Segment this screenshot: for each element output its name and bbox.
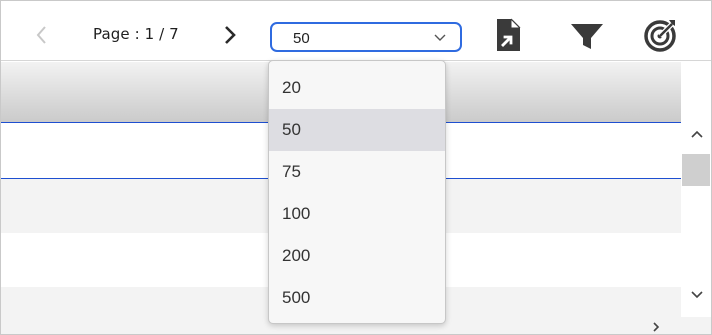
previous-page-button[interactable]	[31, 22, 53, 48]
page-size-value: 50	[293, 30, 310, 47]
page-size-option-selected[interactable]: 50	[269, 109, 445, 151]
target-icon	[644, 20, 676, 52]
scroll-up-icon[interactable]	[690, 129, 704, 139]
page-size-option[interactable]: 500	[269, 277, 445, 319]
filter-button[interactable]	[567, 15, 607, 55]
chevron-left-icon	[36, 26, 46, 44]
vertical-scrollbar[interactable]	[681, 122, 711, 317]
page-size-select[interactable]: 50	[270, 22, 462, 52]
next-page-button[interactable]	[219, 22, 241, 48]
scroll-down-icon[interactable]	[690, 290, 704, 300]
export-document-icon	[497, 18, 521, 51]
export-button[interactable]	[489, 15, 529, 55]
page-indicator: Page : 1 / 7	[93, 25, 179, 43]
page-size-option[interactable]: 20	[269, 67, 445, 109]
toolbar: Page : 1 / 7 50	[1, 1, 711, 61]
page-size-option[interactable]: 75	[269, 151, 445, 193]
page-size-option[interactable]: 100	[269, 193, 445, 235]
chevron-down-icon	[434, 34, 446, 41]
page-size-option[interactable]: 200	[269, 235, 445, 277]
chevron-right-icon	[225, 26, 236, 44]
filter-icon	[571, 24, 603, 49]
grid-window: Page : 1 / 7 50 20 50 75 100 200 500	[0, 0, 712, 335]
target-button[interactable]	[641, 15, 681, 55]
scroll-right-icon[interactable]	[651, 321, 661, 333]
scrollbar-thumb[interactable]	[682, 154, 710, 186]
page-size-dropdown: 20 50 75 100 200 500	[268, 60, 446, 324]
